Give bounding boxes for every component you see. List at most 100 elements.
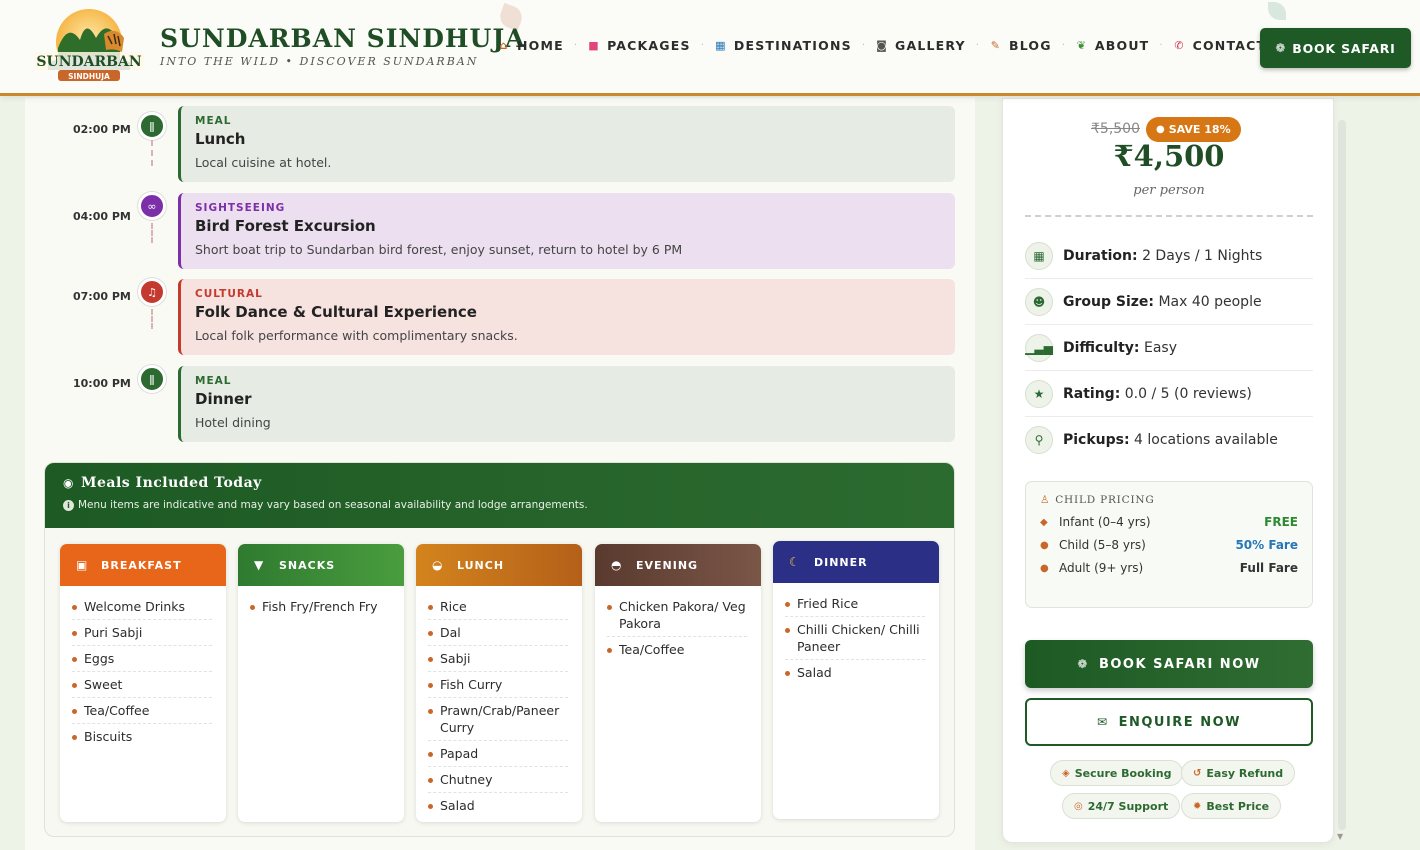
child-pricing-label: ● Adult (9+ yrs) <box>1040 561 1143 575</box>
timeline-card[interactable]: SIGHTSEEING Bird Forest Excursion Short … <box>178 193 955 269</box>
leaf-icon: ❦ <box>1076 39 1088 52</box>
badge-icon: ✹ <box>1193 800 1202 812</box>
timeline-title: Folk Dance & Cultural Experience <box>195 303 477 321</box>
child-pricing-row: ◆ Infant (0–4 yrs) FREE <box>1040 515 1298 529</box>
nav-label: DESTINATIONS <box>733 38 852 53</box>
trust-badge-refund: ↺ Easy Refund <box>1181 760 1296 786</box>
nav-home[interactable]: ⌂ HOME <box>497 38 564 53</box>
info-group-size: ☻ Group Size: Max 40 people <box>1025 279 1313 325</box>
meal-column-snacks: ▼ SNACKS Fish Fry/French Fry <box>238 544 404 822</box>
save-badge-text: SAVE 18% <box>1168 123 1231 136</box>
tea-icon: ◓ <box>611 558 623 572</box>
meal-item: Rice <box>428 594 568 620</box>
meal-item: Puri Sabji <box>72 620 212 646</box>
meal-items: Welcome Drinks Puri Sabji Eggs Sweet Tea… <box>60 586 226 749</box>
meal-item: Fish Fry/French Fry <box>250 594 390 619</box>
moon-icon: ☾ <box>789 555 801 569</box>
headset-icon: ◎ <box>1074 800 1083 812</box>
nav-separator: · <box>573 40 578 51</box>
timeline-card[interactable]: MEAL Lunch Local cuisine at hotel. <box>178 106 955 182</box>
trust-badge-label: Secure Booking <box>1074 766 1172 780</box>
meal-column-breakfast: ▣ BREAKFAST Welcome Drinks Puri Sabji Egg… <box>60 544 226 822</box>
sidebar-scrollbar[interactable] <box>1338 120 1346 830</box>
location-icon: ⚲ <box>1025 426 1053 454</box>
child-pricing-label: ● Child (5–8 yrs) <box>1040 538 1146 552</box>
meals-header: ◉ Meals Included Today i Menu items are in… <box>45 463 954 528</box>
trust-badge-secure: ◈ Secure Booking <box>1050 760 1184 786</box>
brand-block[interactable]: SUNDARBAN SINDHUJA INTO THE WILD • DISCO… <box>160 24 526 68</box>
child-pricing-value: FREE <box>1264 515 1298 529</box>
meal-items: Fish Fry/French Fry <box>238 586 404 619</box>
info-text: Pickups: 4 locations available <box>1063 432 1278 448</box>
trust-badge-label: 24/7 Support <box>1087 799 1169 813</box>
timeline-card[interactable]: MEAL Dinner Hotel dining <box>178 366 955 442</box>
child-face-icon: ● <box>1040 539 1049 551</box>
info-label: Rating: <box>1063 385 1121 402</box>
package-icon: ■ <box>588 39 600 52</box>
meals-title-text: Meals Included Today <box>80 475 262 491</box>
info-label: Duration: <box>1063 247 1138 264</box>
meal-item: Eggs <box>72 646 212 672</box>
book-safari-button[interactable]: ❁ BOOK SAFARI <box>1260 28 1411 68</box>
music-icon: ♫ <box>138 278 166 306</box>
meal-item: Dal <box>428 620 568 646</box>
camera-icon: ◙ <box>876 39 888 52</box>
info-value: Easy <box>1143 339 1177 356</box>
child-pricing-label-text: Adult (9+ yrs) <box>1059 561 1144 575</box>
paw-icon: ❁ <box>1275 41 1287 55</box>
trust-badge-label: Easy Refund <box>1206 766 1284 780</box>
meal-item: Salad <box>428 793 568 818</box>
nav-separator: · <box>1159 40 1163 51</box>
info-value: Max 40 people <box>1158 293 1262 310</box>
meal-column-header: ▣ BREAKFAST <box>60 544 226 586</box>
meal-column-header: ▼ SNACKS <box>238 544 404 586</box>
nav-about[interactable]: ❦ ABOUT <box>1075 38 1150 53</box>
nav-separator: · <box>700 40 704 51</box>
shield-icon: ◈ <box>1062 767 1070 779</box>
nav-separator: · <box>975 40 979 51</box>
signal-icon: ▁▃▅ <box>1025 333 1053 362</box>
meal-item: Chutney <box>428 767 568 793</box>
info-duration: ▦ Duration: 2 Days / 1 Nights <box>1025 233 1313 279</box>
blog-icon: ✎ <box>990 39 1002 52</box>
nav-packages[interactable]: ■ PACKAGES <box>587 38 691 53</box>
enquire-now-button[interactable]: ✉ ENQUIRE NOW <box>1025 698 1313 746</box>
infant-icon: ◆ <box>1040 516 1048 528</box>
meal-item: Fish Curry <box>428 672 568 698</box>
decorative-leaf <box>1268 2 1286 20</box>
info-text: Difficulty: Easy <box>1063 340 1177 356</box>
meal-item: Salad <box>785 660 925 685</box>
info-rating: ★ Rating: 0.0 / 5 (0 reviews) <box>1025 371 1313 417</box>
brand-logo[interactable]: SUNDARBAN SINDHUJA <box>28 4 150 92</box>
scroll-down-arrow[interactable]: ▼ <box>1337 832 1343 841</box>
timeline-title: Lunch <box>195 130 246 148</box>
meals-note: i Menu items are indicative and may vary … <box>63 499 936 511</box>
nav-gallery[interactable]: ◙ GALLERY <box>875 38 966 53</box>
map-icon: ▦ <box>715 39 727 52</box>
nav-blog[interactable]: ✎ BLOG <box>989 38 1052 53</box>
brand-name: SUNDARBAN SINDHUJA <box>160 24 526 53</box>
users-icon: ☻ <box>1025 287 1053 316</box>
site-header: SUNDARBAN SINDHUJA SUNDARBAN SINDHUJA IN… <box>0 0 1420 96</box>
meal-column-label: EVENING <box>636 558 699 572</box>
meal-item: Chilli Chicken/ Chilli Paneer <box>785 617 925 660</box>
utensils-icon: ǁ <box>138 365 166 393</box>
meal-item: Tea/Coffee <box>72 698 212 724</box>
nav-destinations[interactable]: ▦ DESTINATIONS <box>714 38 852 53</box>
nav-contact[interactable]: ✆ CONTACT <box>1173 38 1267 53</box>
main-nav: ⌂ HOME · ■ PACKAGES · ▦ DESTINATIONS · ◙ GAL… <box>497 38 1266 53</box>
original-price: ₹5,500 <box>1091 121 1140 137</box>
timeline-card[interactable]: CULTURAL Folk Dance & Cultural Experienc… <box>178 279 955 355</box>
paw-icon: ❁ <box>1077 657 1089 671</box>
meals-title: ◉ Meals Included Today <box>63 475 936 491</box>
booking-sidebar: ₹5,500 ● SAVE 18% ₹4,500 per person ▦ Dur… <box>1002 98 1334 843</box>
nav-separator: · <box>861 40 865 51</box>
refund-icon: ↺ <box>1193 767 1202 779</box>
child-pricing-label-text: Child (5–8 yrs) <box>1059 538 1146 552</box>
meal-items: Rice Dal Sabji Fish Curry Prawn/Crab/Pan… <box>416 586 582 818</box>
book-safari-now-button[interactable]: ❁ BOOK SAFARI NOW <box>1025 640 1313 688</box>
info-difficulty: ▁▃▅ Difficulty: Easy <box>1025 325 1313 371</box>
timeline-connector <box>151 140 153 166</box>
itinerary-main: 02:00 PM ǁ MEAL Lunch Local cuisine at h… <box>25 98 975 850</box>
nav-label: ABOUT <box>1094 38 1150 53</box>
